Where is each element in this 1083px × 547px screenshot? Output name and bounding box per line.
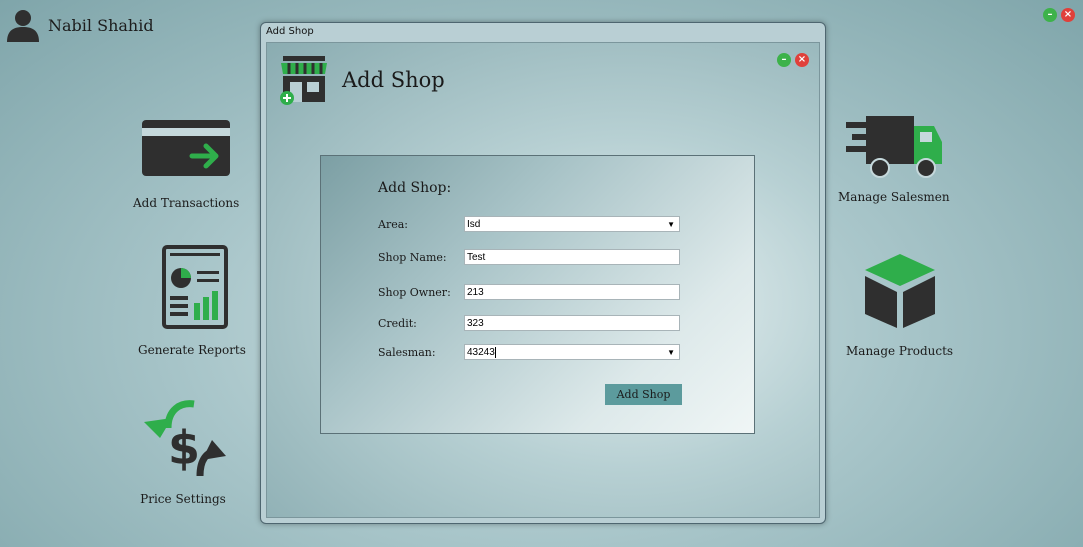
salesman-label: Salesman: [378,345,436,359]
svg-text:$: $ [168,421,200,475]
app-window-controls: – × [1043,8,1075,22]
tile-manage-salesmen[interactable]: Manage Salesmen [838,112,950,204]
user-icon [7,10,39,42]
dropdown-arrow-icon: ▼ [667,348,675,357]
area-row: Area: Isd ▼ [378,215,680,233]
shop-icon [280,56,327,105]
text-caret [494,346,496,358]
dialog-minimize-button[interactable]: – [777,53,791,67]
box-icon [864,254,935,328]
window-client-area: Add Shop – × Add Shop: Area: Isd ▼ Shop … [266,42,820,518]
dialog-window-controls: – × [777,53,809,67]
credit-label: Credit: [378,316,417,330]
add-shop-window: Add Shop Add Shop – × Add Shop: Area: Is… [260,22,826,524]
salesman-row: Salesman: 43243 ▼ [378,343,680,361]
salesman-select[interactable]: 43243 ▼ [464,344,680,360]
shop-owner-input[interactable]: 213 [464,284,680,300]
shop-name-row: Shop Name: Test [378,248,680,266]
tile-label: Generate Reports [138,343,246,357]
tile-label: Add Transactions [133,196,240,210]
form-title: Add Shop: [378,180,452,196]
shop-owner-row: Shop Owner: 213 [378,283,680,301]
credit-row: Credit: 323 [378,314,680,332]
add-shop-form: Add Shop: Area: Isd ▼ Shop Name: Test Sh… [320,155,755,434]
area-select[interactable]: Isd ▼ [464,216,680,232]
tile-manage-products[interactable]: Manage Products [846,252,953,358]
truck-icon [845,116,942,178]
close-button[interactable]: × [1061,8,1075,22]
credit-input[interactable]: 323 [464,315,680,331]
area-label: Area: [378,217,408,231]
window-title: Add Shop [266,26,314,37]
shop-name-input[interactable]: Test [464,249,680,265]
shop-owner-label: Shop Owner: [378,285,451,299]
report-icon [161,245,228,329]
dollar-arrows-icon: $ [144,400,226,477]
user-profile: Nabil Shahid [6,8,154,42]
dropdown-arrow-icon: ▼ [667,220,675,229]
tile-label: Manage Products [846,344,954,358]
dialog-close-button[interactable]: × [795,53,809,67]
window-heading: Add Shop [342,68,445,92]
minimize-button[interactable]: – [1043,8,1057,22]
shop-name-label: Shop Name: [378,250,447,264]
card-arrow-icon [142,120,231,176]
tile-generate-reports[interactable]: Generate Reports [138,245,246,357]
tile-add-transactions[interactable]: Add Transactions [133,118,239,210]
tile-label: Manage Salesmen [838,190,950,204]
add-shop-button[interactable]: Add Shop [605,384,682,405]
tile-label: Price Settings [140,492,226,506]
user-name: Nabil Shahid [48,15,154,35]
tile-price-settings[interactable]: $ Price Settings [138,398,228,506]
